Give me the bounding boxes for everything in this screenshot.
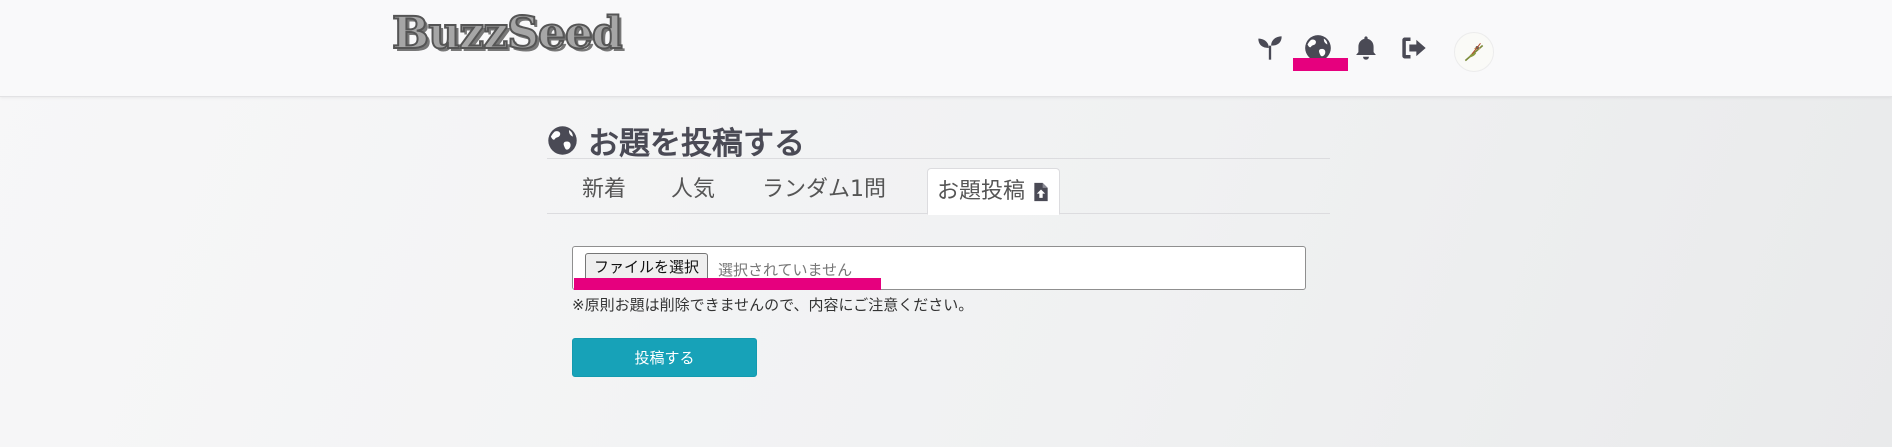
file-status-text: 選択されていません	[718, 261, 853, 279]
sprout-icon[interactable]	[1255, 33, 1285, 63]
tab-popular[interactable]: 人気	[671, 168, 715, 212]
notice-text: ※原則お題は削除できませんので、内容にご注意ください。	[572, 296, 974, 314]
page-title-text: お題を投稿する	[588, 126, 805, 162]
divider	[547, 158, 1330, 159]
buzzseed-logo[interactable]: BuzzSeed	[391, 11, 624, 57]
logout-icon[interactable]	[1399, 33, 1429, 63]
tab-new[interactable]: 新着	[582, 168, 626, 212]
tab-random[interactable]: ランダム1問	[762, 168, 886, 212]
bell-icon[interactable]	[1351, 33, 1381, 63]
globe-icon	[547, 125, 578, 156]
tab-bar: 新着 人気 ランダム1問 お題投稿	[547, 168, 1330, 215]
avatar[interactable]	[1454, 32, 1494, 72]
page-title: お題を投稿する	[547, 118, 805, 163]
top-navbar: BuzzSeed	[0, 0, 1892, 97]
tab-post-topic-label: お題投稿	[937, 178, 1026, 204]
file-upload-icon	[1031, 180, 1051, 204]
tab-post-topic[interactable]: お題投稿	[927, 168, 1061, 215]
highlight-marker	[574, 278, 881, 290]
highlight-marker	[1293, 58, 1348, 71]
submit-button[interactable]: 投稿する	[572, 338, 757, 377]
